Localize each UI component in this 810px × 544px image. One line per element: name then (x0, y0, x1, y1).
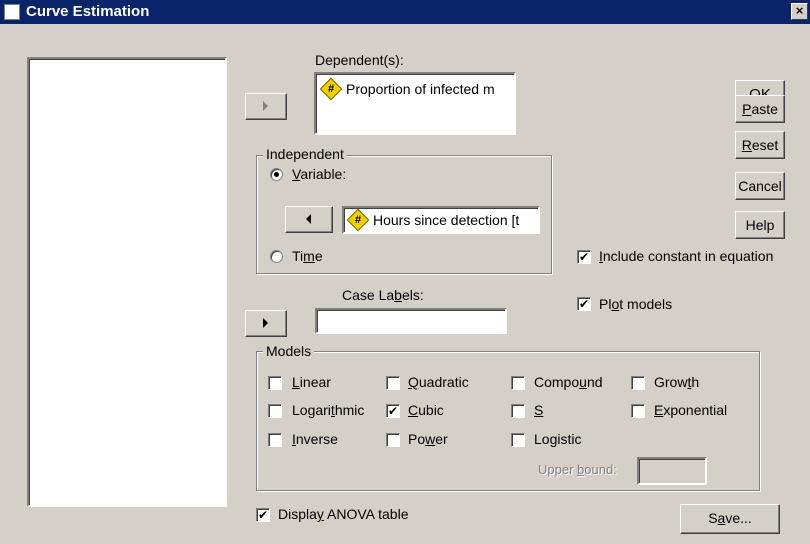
quadratic-label: Quadratic (408, 374, 469, 390)
time-radio[interactable] (270, 250, 283, 263)
exponential-label: Exponential (654, 402, 728, 418)
include-constant-label: Include constant in equation (599, 248, 774, 264)
compound-checkbox[interactable] (511, 376, 525, 390)
source-variable-list[interactable] (27, 57, 227, 507)
inverse-checkbox[interactable] (268, 433, 282, 447)
help-button[interactable]: Help (735, 211, 785, 239)
case-labels-field[interactable] (315, 308, 507, 334)
logistic-label: Logistic (534, 431, 582, 447)
dependent-move-button[interactable] (245, 93, 287, 120)
cancel-button[interactable]: Cancel (735, 172, 785, 200)
display-anova-label: Display ANOVA table (278, 506, 409, 522)
linear-checkbox[interactable] (268, 376, 282, 390)
power-label: Power (408, 431, 448, 447)
upper-bound-field[interactable] (637, 457, 707, 485)
dependent-variable-item[interactable]: Proportion of infected m (346, 81, 495, 97)
variable-radio[interactable] (270, 168, 283, 181)
paste-button[interactable]: Paste (735, 95, 785, 123)
upper-bound-label: Upper bound: (538, 462, 617, 477)
cubic-checkbox[interactable]: ✔ (386, 404, 400, 418)
time-radio-label: Time (292, 248, 323, 264)
plot-models-checkbox[interactable]: ✔ (577, 297, 591, 311)
linear-label: Linear (292, 374, 331, 390)
independent-variable-item[interactable]: Hours since detection [t (373, 212, 519, 228)
radio-selected-dot (274, 172, 279, 177)
cubic-label: Cubic (408, 402, 444, 418)
power-checkbox[interactable] (386, 433, 400, 447)
case-labels-label: Case Labels: (342, 287, 424, 303)
display-anova-checkbox[interactable]: ✔ (256, 508, 270, 522)
close-button[interactable]: × (791, 3, 808, 20)
window-title: Curve Estimation (26, 3, 150, 20)
title-bar: Curve Estimation × (0, 0, 810, 24)
arrow-right-icon (263, 318, 268, 328)
s-checkbox[interactable] (511, 404, 525, 418)
logarithmic-checkbox[interactable] (268, 404, 282, 418)
growth-checkbox[interactable] (631, 376, 645, 390)
arrow-left-icon (306, 214, 311, 224)
reset-button[interactable]: Reset (735, 131, 785, 159)
dependent-label: Dependent(s): (315, 52, 404, 68)
independent-move-button[interactable] (285, 206, 333, 233)
s-label: S (534, 402, 544, 418)
independent-variable-field[interactable]: # Hours since detection [t (342, 206, 540, 234)
case-labels-move-button[interactable] (245, 310, 287, 337)
arrow-right-icon (263, 101, 268, 111)
growth-label: Growth (654, 374, 700, 390)
save-button[interactable]: Save... (680, 504, 780, 534)
dependent-list[interactable]: # Proportion of infected m (314, 72, 516, 135)
inverse-label: Inverse (292, 431, 338, 447)
independent-group-label: Independent (263, 146, 347, 162)
quadratic-checkbox[interactable] (386, 376, 400, 390)
compound-label: Compound (534, 374, 603, 390)
plot-models-label: Plot models (599, 296, 673, 312)
variable-radio-label: Variable: (292, 166, 347, 182)
models-group-label: Models (263, 343, 315, 359)
window-icon (4, 4, 20, 20)
logistic-checkbox[interactable] (511, 433, 525, 447)
exponential-checkbox[interactable] (631, 404, 645, 418)
logarithmic-label: Logarithmic (292, 402, 365, 418)
include-constant-checkbox[interactable]: ✔ (577, 250, 591, 264)
